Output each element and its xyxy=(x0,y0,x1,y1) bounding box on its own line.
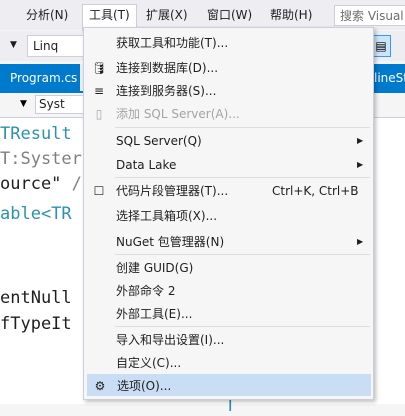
menu-bar: 分析(N) 工具(T) 扩展(X) 窗口(W) 帮助(H) 搜索 Visual xyxy=(0,0,405,31)
code-token: / xyxy=(71,174,82,194)
menu-item-label: 连接到服务器(S)... xyxy=(116,84,217,98)
database-connect-icon: 🛢 xyxy=(91,61,107,75)
menu-extensions[interactable]: 扩展(X) xyxy=(140,5,194,25)
code-token: ource" xyxy=(0,174,72,194)
tools-dropdown-menu: 获取工具和功能(T)... 🛢 连接到数据库(D)... ≡ 连接到服务器(S)... ▯… xyxy=(83,27,374,400)
namespace-combo[interactable]: Syst xyxy=(35,95,85,114)
submenu-arrow-icon: ▶ xyxy=(357,136,364,145)
code-token: able<TR xyxy=(0,204,72,224)
menu-item-label: 添加 SQL Server(A)... xyxy=(116,107,240,121)
chevron-down-icon[interactable]: ▼ xyxy=(10,40,17,50)
menu-item[interactable]: ☐ 代码片段管理器(T)... Ctrl+K, Ctrl+B xyxy=(87,180,371,202)
submenu-arrow-icon: ▶ xyxy=(357,237,364,246)
code-line: T:Syster xyxy=(0,149,82,169)
code-token: T:Syster xyxy=(0,149,82,169)
menu-separator xyxy=(115,177,370,178)
menu-item-label: 外部命令 2 xyxy=(116,284,176,298)
tab-program-cs[interactable]: Program.cs xyxy=(0,64,80,92)
menu-item[interactable]: ⚙ 选项(O)... xyxy=(87,374,371,396)
menu-item-label: 创建 GUID(G) xyxy=(116,261,194,275)
menu-item: ▯ 添加 SQL Server(A)... xyxy=(87,103,371,125)
menu-item[interactable]: 创建 GUID(G) xyxy=(87,257,371,279)
config-combo[interactable]: Linq xyxy=(27,35,87,57)
menu-item-label: SQL Server(Q) xyxy=(116,134,202,148)
menu-item[interactable]: NuGet 包管理器(N) ▶ xyxy=(87,231,371,253)
menu-analyze[interactable]: 分析(N) xyxy=(20,5,74,25)
menu-item[interactable]: Data Lake ▶ xyxy=(87,154,371,176)
search-input[interactable]: 搜索 Visual xyxy=(334,5,405,26)
menu-item-shortcut: Ctrl+K, Ctrl+B xyxy=(272,184,359,198)
toolbar-toggle-button[interactable]: ▤ xyxy=(371,35,391,57)
code-token: TResult xyxy=(0,124,72,144)
menu-separator xyxy=(115,254,370,255)
menu-item-label: 连接到数据库(D)... xyxy=(116,61,219,75)
menu-item[interactable]: SQL Server(Q) ▶ xyxy=(87,130,371,152)
menu-window[interactable]: 窗口(W) xyxy=(201,5,258,25)
snippet-manager-icon: ☐ xyxy=(93,184,105,198)
menu-separator xyxy=(115,326,370,327)
code-token: entNull xyxy=(0,288,72,308)
code-line: ource" / xyxy=(0,174,82,194)
menu-item[interactable]: 导入和导出设置(I)... xyxy=(87,329,371,351)
menu-item-label: 自定义(C)... xyxy=(116,356,182,370)
menu-item-label: NuGet 包管理器(N) xyxy=(116,235,225,249)
menu-separator xyxy=(115,127,370,128)
menu-item-label: 获取工具和功能(T)... xyxy=(116,36,229,50)
menu-item-label: 代码片段管理器(T)... xyxy=(116,184,229,198)
code-line: entNull xyxy=(0,288,72,308)
menu-item-label: 外部工具(E)... xyxy=(116,307,193,321)
submenu-arrow-icon: ▶ xyxy=(357,160,364,169)
menu-item[interactable]: ≡ 连接到服务器(S)... xyxy=(87,80,371,102)
menu-item[interactable]: 🛢 连接到数据库(D)... xyxy=(87,57,371,79)
menu-item[interactable]: 外部工具(E)... xyxy=(87,303,371,325)
code-token: fTypeIt xyxy=(0,314,72,334)
server-connect-icon: ≡ xyxy=(93,84,105,98)
gear-icon: ⚙ xyxy=(94,379,106,393)
code-line: fTypeIt xyxy=(0,314,72,334)
menu-help[interactable]: 帮助(H) xyxy=(264,5,318,25)
menu-item[interactable]: 获取工具和功能(T)... xyxy=(87,32,371,54)
menu-item[interactable]: 选择工具箱项(X)... xyxy=(87,205,371,227)
menu-item-label: 选项(O)... xyxy=(117,379,172,393)
tab-right[interactable]: lineSt xyxy=(372,64,405,92)
menu-item-label: 选择工具箱项(X)... xyxy=(116,209,218,223)
add-sql-server-icon: ▯ xyxy=(95,107,103,121)
menu-item-label: Data Lake xyxy=(116,158,177,172)
menu-item[interactable]: 外部命令 2 xyxy=(87,280,371,302)
menu-item[interactable]: 自定义(C)... xyxy=(87,352,371,374)
menu-item-label: 导入和导出设置(I)... xyxy=(116,333,225,347)
chevron-down-icon[interactable]: ▼ xyxy=(20,99,27,109)
